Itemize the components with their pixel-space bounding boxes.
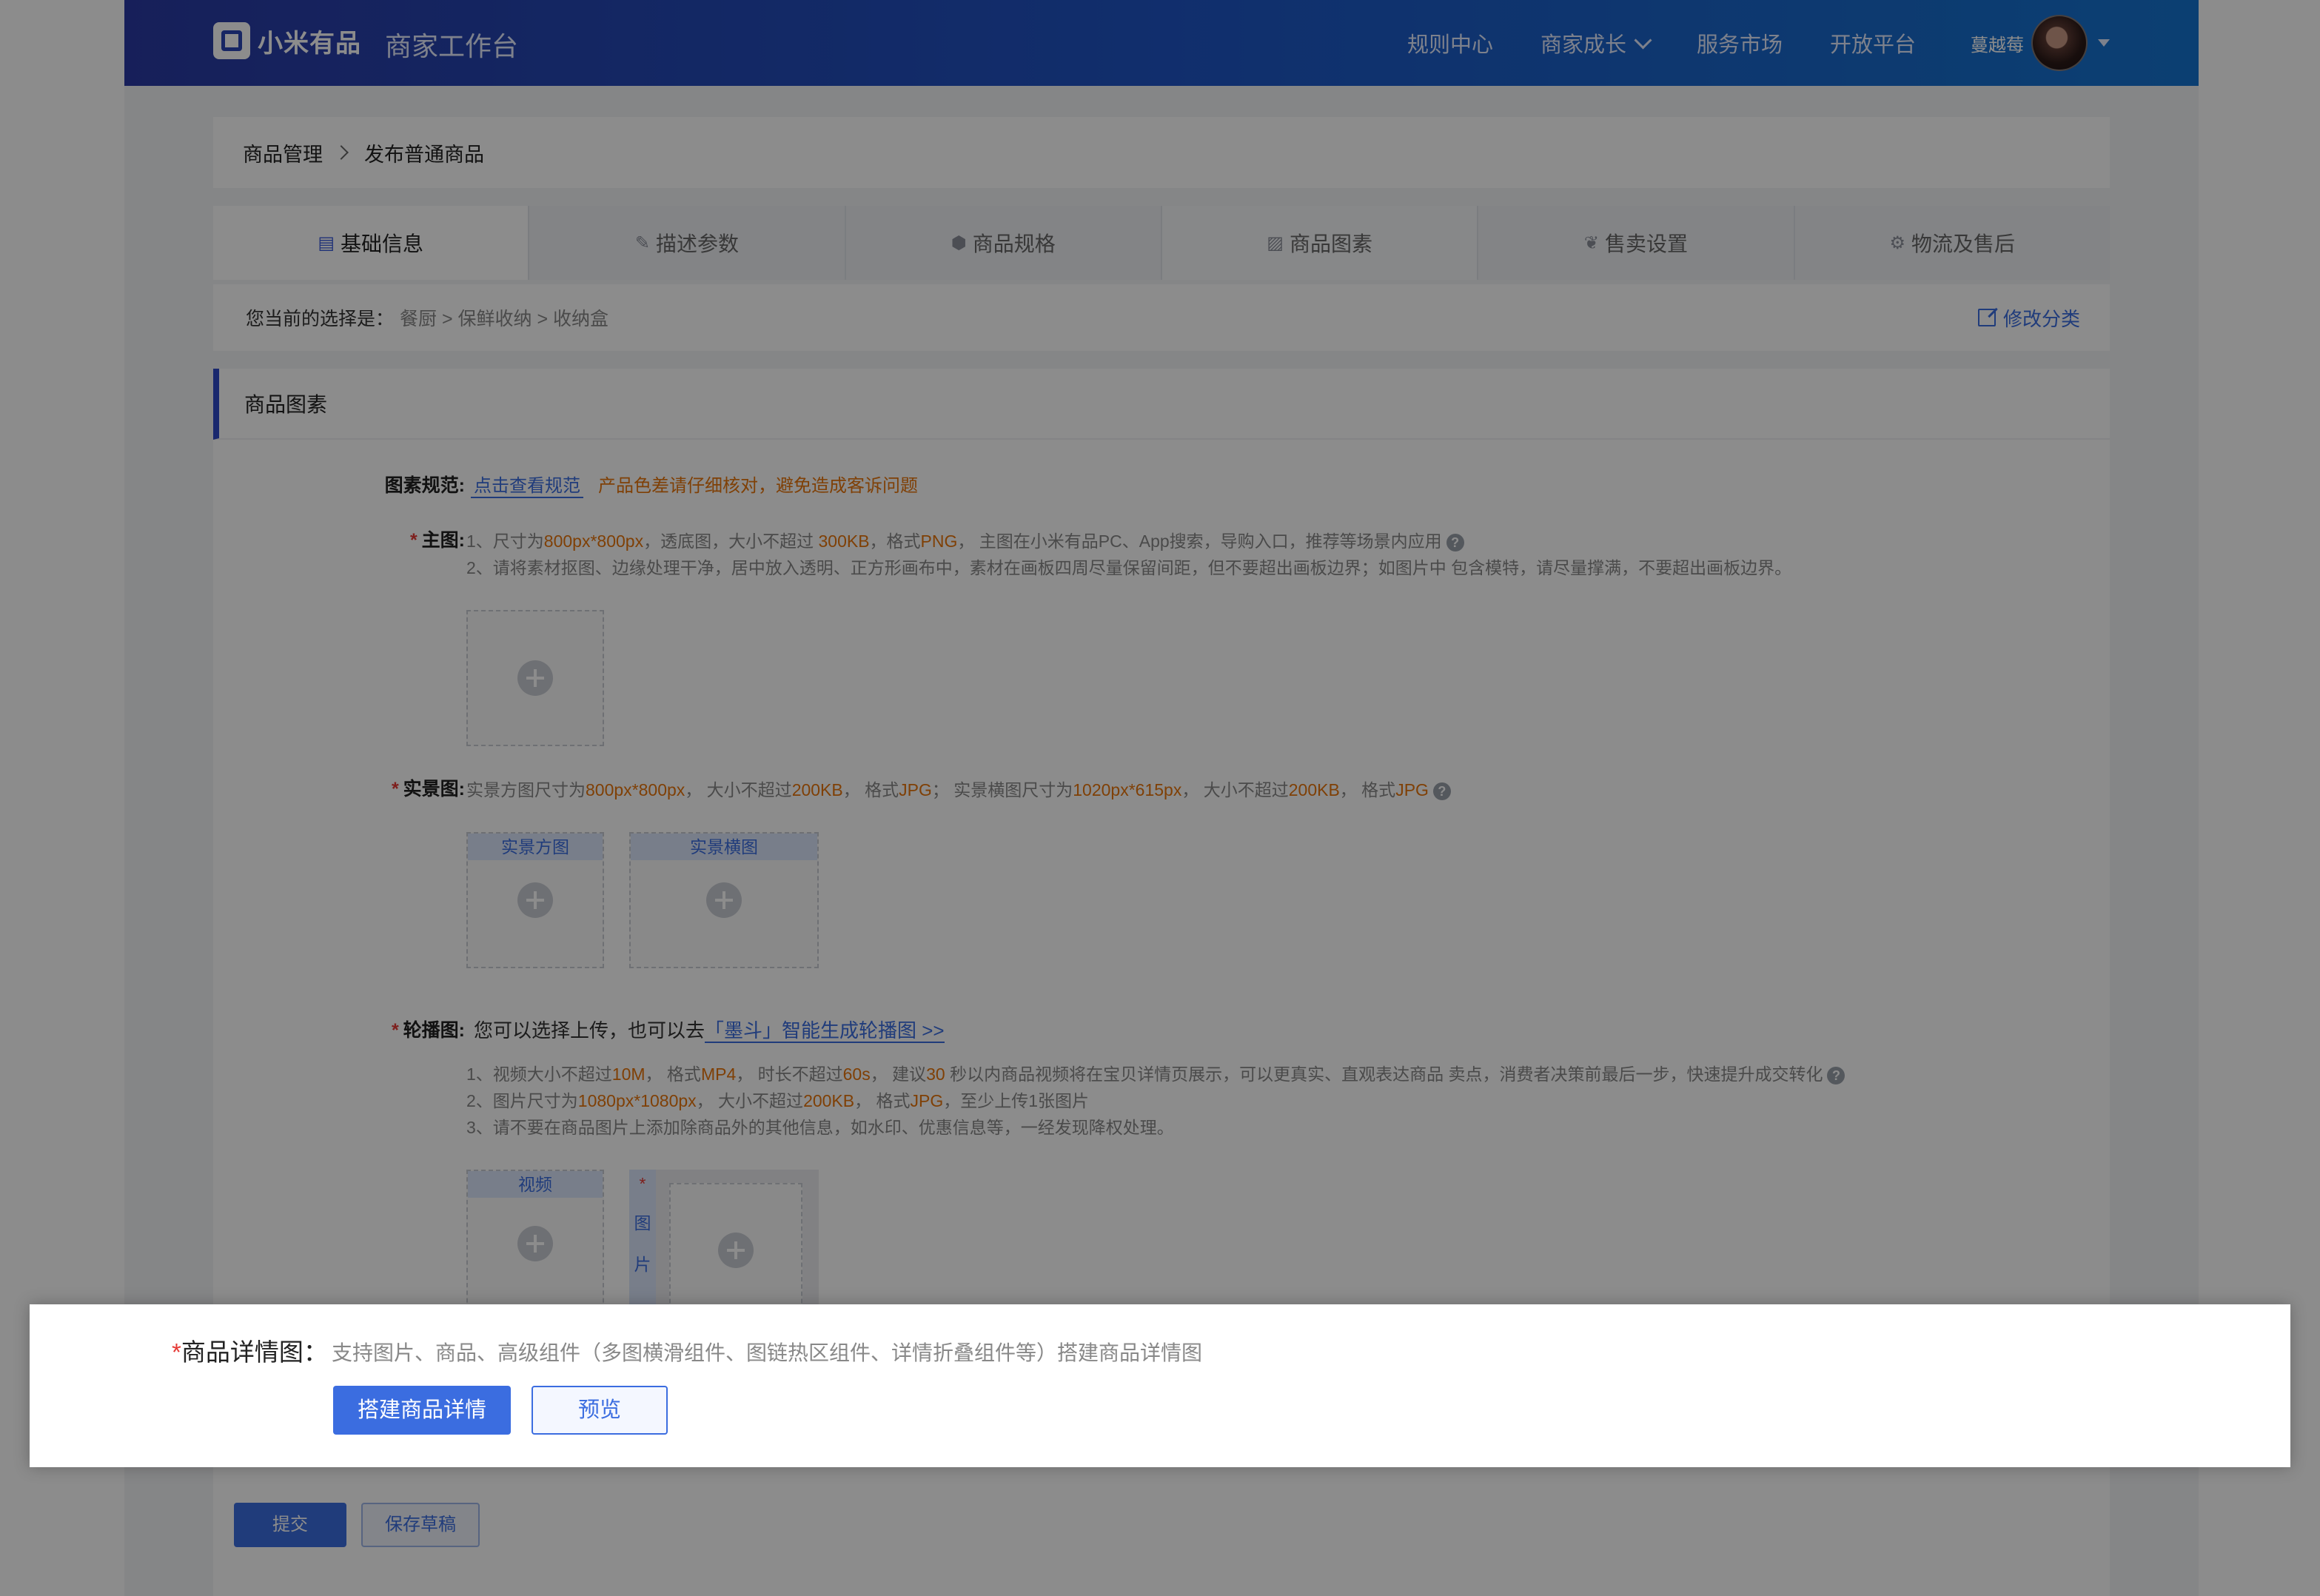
build-detail-button[interactable]: 搭建商品详情 <box>333 1386 511 1435</box>
detail-image-label: *商品详情图： <box>172 1332 328 1368</box>
preview-button[interactable]: 预览 <box>532 1386 668 1435</box>
detail-image-panel: *商品详情图： 支持图片、商品、高级组件（多图横滑组件、图链热区组件、详情折叠组… <box>30 1304 2290 1467</box>
detail-image-desc: 支持图片、商品、高级组件（多图横滑组件、图链热区组件、详情折叠组件等）搭建商品详… <box>332 1341 1203 1364</box>
label-text: 商品详情图： <box>181 1338 328 1366</box>
required-mark: * <box>172 1338 181 1366</box>
